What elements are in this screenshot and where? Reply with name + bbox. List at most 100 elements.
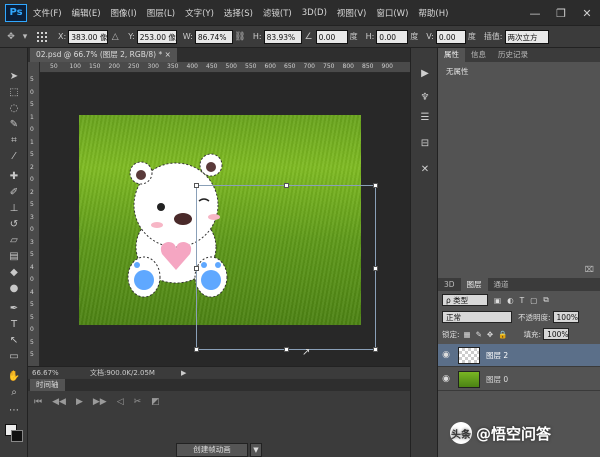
transform-bounding-box[interactable] [194, 183, 378, 352]
layer-row-layer-0[interactable]: ◉ 图层 0 [438, 368, 600, 391]
transform-handle-bottom-left[interactable] [194, 347, 199, 352]
layer-row-layer-2[interactable]: ◉ 图层 2 [438, 344, 600, 367]
next-frame-icon[interactable]: ▶▶ [93, 397, 107, 407]
create-frame-animation-button[interactable]: 创建帧动画 [176, 443, 248, 457]
visibility-eye-icon[interactable]: ◉ [438, 350, 454, 360]
height-input[interactable]: 83.93% [263, 29, 302, 44]
lock-position-icon[interactable]: ✥ [487, 330, 493, 339]
x-input[interactable]: 383.00 像素 [68, 29, 109, 44]
properties-menu-icon[interactable]: ⌧ [585, 265, 594, 274]
width-input[interactable]: 86.74% [194, 29, 233, 44]
tool-preset-dropdown-icon[interactable]: ▾ [18, 30, 32, 44]
menu-select[interactable]: 选择(S) [224, 7, 253, 19]
minimize-button[interactable]: — [522, 0, 548, 26]
tab-layers[interactable]: 图层 [460, 278, 488, 291]
transition-icon[interactable]: ◩ [151, 397, 160, 407]
tab-history[interactable]: 历史记录 [492, 48, 534, 62]
layer-filter-select[interactable]: ρ 类型 [442, 294, 488, 306]
history-brush-icon[interactable]: ↺ [5, 218, 23, 231]
filter-shape-icon[interactable]: ▢ [530, 296, 537, 305]
v-skew-input[interactable]: 0.00 [435, 29, 466, 44]
brush-presets-icon[interactable]: ♆ [417, 90, 433, 104]
fill-input[interactable]: 100% [543, 328, 570, 340]
filter-pixel-icon[interactable]: ▣ [494, 296, 501, 305]
menu-filter[interactable]: 滤镜(T) [263, 7, 292, 19]
hand-icon[interactable]: ✋ [5, 370, 23, 383]
tab-channels[interactable]: 通道 [488, 278, 515, 291]
create-animation-dropdown[interactable]: ▼ [250, 443, 262, 457]
canvas-area[interactable]: ↗ [40, 73, 410, 366]
crop-icon[interactable]: ⌗ [5, 134, 23, 147]
audio-icon[interactable]: ◁ [117, 397, 124, 407]
healing-brush-icon[interactable]: ✚ [5, 170, 23, 183]
menu-type[interactable]: 文字(Y) [185, 7, 214, 19]
marquee-icon[interactable]: ⬚ [5, 86, 23, 99]
grass-background-image[interactable] [79, 115, 378, 352]
transform-handle-bottom-right[interactable] [373, 347, 378, 352]
document-tab[interactable]: 02.psd @ 66.7% (图层 2, RGB/8) * × [30, 48, 177, 62]
lock-image-icon[interactable]: ✎ [476, 330, 482, 339]
blur-icon[interactable]: ◆ [5, 266, 23, 279]
lock-transparency-icon[interactable]: ▦ [464, 330, 471, 339]
close-button[interactable]: ✕ [574, 0, 600, 26]
prev-frame-icon[interactable]: ◀◀ [52, 397, 66, 407]
filter-adjust-icon[interactable]: ◐ [507, 296, 514, 305]
background-color-swatch[interactable] [11, 430, 23, 442]
move-tool-icon[interactable]: ✥ [4, 30, 18, 44]
split-icon[interactable]: ✂ [134, 397, 142, 407]
blend-mode-select[interactable]: 正常 [442, 311, 512, 323]
first-frame-icon[interactable]: ⏮ [34, 397, 42, 407]
menu-file[interactable]: 文件(F) [33, 7, 62, 19]
transform-handle-right[interactable] [373, 266, 378, 271]
eraser-icon[interactable]: ▱ [5, 234, 23, 247]
zoom-level[interactable]: 66.67% [32, 369, 68, 377]
menu-3d[interactable]: 3D(D) [302, 8, 327, 18]
tab-3d[interactable]: 3D [438, 278, 461, 291]
timeline-tab[interactable]: 时间轴 [30, 379, 65, 391]
play-icon[interactable]: ▶ [76, 397, 83, 407]
tab-properties[interactable]: 属性 [438, 48, 465, 62]
tab-info[interactable]: 信息 [465, 48, 492, 62]
tools-icon[interactable]: ✕ [417, 162, 433, 176]
opacity-input[interactable]: 100% [552, 311, 579, 323]
layer-name[interactable]: 图层 2 [486, 350, 508, 361]
more-tools-icon[interactable]: ⋯ [5, 404, 23, 417]
clone-stamp-icon[interactable]: ⊥ [5, 202, 23, 215]
adjustments-icon[interactable]: ☰ [417, 110, 433, 124]
gradient-icon[interactable]: ▤ [5, 250, 23, 263]
shape-icon[interactable]: ▭ [5, 350, 23, 363]
lasso-icon[interactable]: ◌ [5, 102, 23, 115]
zoom-icon[interactable]: ⌕ [5, 386, 23, 399]
play-actions-icon[interactable]: ▶ [417, 66, 433, 80]
layer-name[interactable]: 图层 0 [486, 374, 508, 385]
visibility-eye-icon[interactable]: ◉ [438, 374, 454, 384]
transform-handle-top[interactable] [284, 183, 289, 188]
interpolation-select[interactable]: 两次立方 [504, 29, 549, 44]
quick-select-icon[interactable]: ✎ [5, 118, 23, 131]
dodge-icon[interactable]: ● [5, 282, 23, 295]
menu-image[interactable]: 图像(I) [111, 7, 137, 19]
delta-icon[interactable]: △ [108, 30, 122, 44]
angle-input[interactable]: 0.00 [315, 29, 348, 44]
transform-handle-top-right[interactable] [373, 183, 378, 188]
menu-window[interactable]: 窗口(W) [376, 7, 408, 19]
menu-layer[interactable]: 图层(L) [147, 7, 175, 19]
filter-type-icon[interactable]: T [520, 296, 525, 305]
transform-handle-bottom[interactable] [284, 347, 289, 352]
h-skew-input[interactable]: 0.00 [376, 29, 409, 44]
pen-icon[interactable]: ✒ [5, 302, 23, 315]
transform-handle-left[interactable] [194, 266, 199, 271]
status-menu-arrow-icon[interactable]: ▶ [181, 369, 186, 377]
brush-icon[interactable]: ✐ [5, 186, 23, 199]
reference-point-icon[interactable] [36, 30, 48, 43]
lock-all-icon[interactable]: 🔒 [498, 330, 507, 339]
menu-view[interactable]: 视图(V) [337, 7, 366, 19]
type-icon[interactable]: T [5, 318, 23, 331]
clone-source-icon[interactable]: ⊟ [417, 136, 433, 150]
restore-button[interactable]: ❐ [548, 0, 574, 26]
eyedropper-icon[interactable]: ⁄ [5, 150, 23, 163]
transform-handle-top-left[interactable] [194, 183, 199, 188]
menu-edit[interactable]: 编辑(E) [72, 7, 101, 19]
menu-help[interactable]: 帮助(H) [418, 7, 448, 19]
close-tab-icon[interactable]: × [165, 50, 171, 59]
